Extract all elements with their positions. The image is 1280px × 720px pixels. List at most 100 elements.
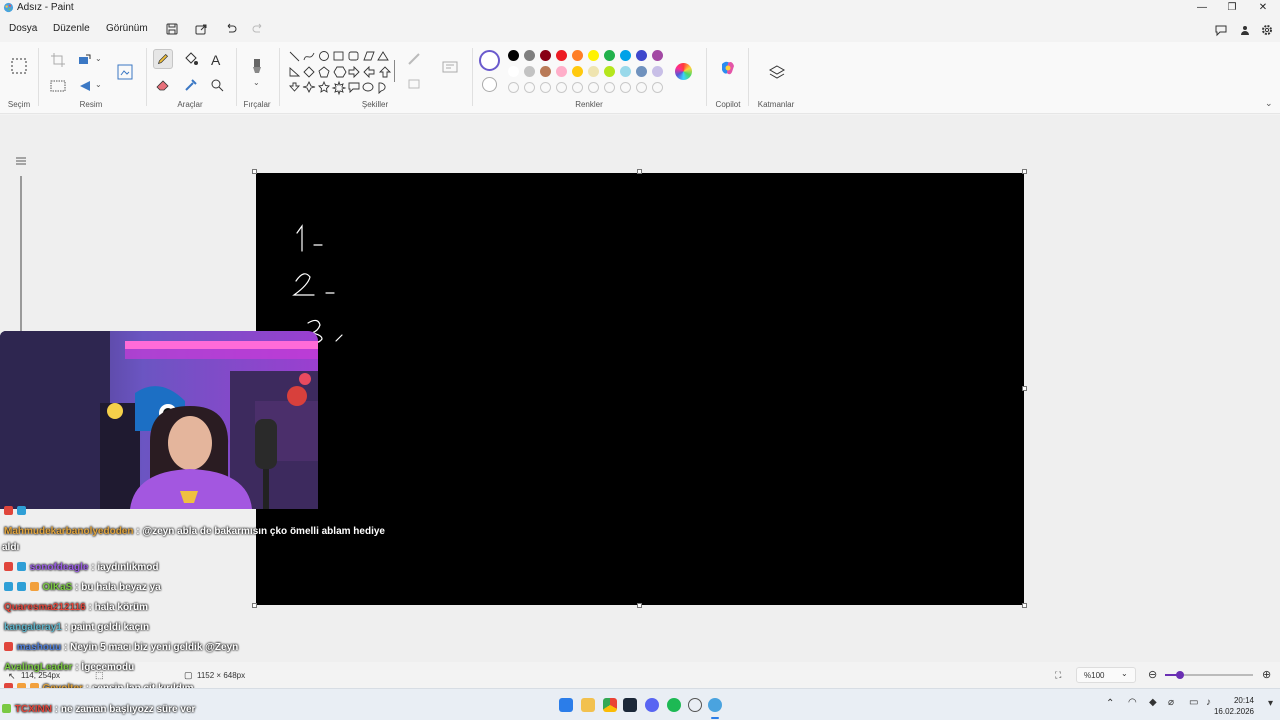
undo-icon[interactable] <box>224 22 238 36</box>
color-swatch[interactable] <box>572 66 583 77</box>
close-button[interactable]: ✕ <box>1248 0 1278 16</box>
color-swatch[interactable] <box>604 50 615 61</box>
headset-icon[interactable]: ◠ <box>1128 697 1137 708</box>
outline-icon[interactable] <box>405 50 425 70</box>
canvas-resize-handle[interactable] <box>637 603 642 608</box>
menu-view[interactable]: Görünüm <box>106 23 148 34</box>
pencil-tool-icon[interactable] <box>153 49 173 69</box>
edit-colors-icon[interactable] <box>675 63 692 80</box>
shape-options-icon[interactable] <box>440 57 460 77</box>
maximize-button[interactable]: ❐ <box>1217 0 1247 16</box>
paint-taskbar-icon[interactable] <box>708 698 722 712</box>
spotify-icon[interactable] <box>667 698 681 712</box>
primary-color-swatch[interactable] <box>479 50 500 71</box>
zoom-slider-thumb[interactable] <box>1176 671 1184 679</box>
discord-icon[interactable] <box>645 698 659 712</box>
custom-color-swatch[interactable] <box>540 82 551 93</box>
secondary-color-swatch[interactable] <box>482 77 497 92</box>
color-picker-icon[interactable] <box>181 75 201 95</box>
chrome-icon[interactable] <box>603 698 617 712</box>
microphone-icon[interactable]: ⌀ <box>1168 697 1174 708</box>
shapes-gallery[interactable] <box>288 50 398 100</box>
color-swatch[interactable] <box>540 50 551 61</box>
save-icon[interactable] <box>165 22 179 36</box>
steam-icon[interactable] <box>623 698 637 712</box>
file-explorer-icon[interactable] <box>581 698 595 712</box>
brush-size-slider[interactable] <box>20 176 22 346</box>
zoom-slider[interactable] <box>1165 671 1253 679</box>
zoom-out-icon[interactable]: ⊖ <box>1148 668 1157 681</box>
color-swatch[interactable] <box>572 50 583 61</box>
canvas-resize-handle[interactable] <box>1022 603 1027 608</box>
select-rectangle-icon[interactable] <box>9 56 29 76</box>
canvas-resize-handle[interactable] <box>1022 386 1027 391</box>
canvas-resize-handle[interactable] <box>252 603 257 608</box>
text-tool-icon[interactable]: A <box>207 49 227 69</box>
custom-color-swatch[interactable] <box>620 82 631 93</box>
color-swatch[interactable] <box>588 50 599 61</box>
steam-tray-icon[interactable]: ◆ <box>1149 697 1157 708</box>
canvas-resize-handle[interactable] <box>637 169 642 174</box>
color-swatch[interactable] <box>620 50 631 61</box>
color-swatch[interactable] <box>508 66 519 77</box>
chevron-down-icon[interactable]: ⌄ <box>95 54 102 63</box>
custom-color-swatch[interactable] <box>508 82 519 93</box>
zoom-select[interactable]: %100 ⌄ <box>1076 667 1136 683</box>
fit-to-window-icon[interactable]: ⛶ <box>1055 670 1061 681</box>
color-swatch[interactable] <box>556 50 567 61</box>
custom-color-swatch[interactable] <box>556 82 567 93</box>
brush-icon[interactable] <box>247 56 267 76</box>
settings-gear-icon[interactable] <box>1260 23 1274 37</box>
color-swatch[interactable] <box>652 66 663 77</box>
custom-color-swatch[interactable] <box>652 82 663 93</box>
color-swatch[interactable] <box>508 50 519 61</box>
custom-color-swatch[interactable] <box>604 82 615 93</box>
custom-color-swatch[interactable] <box>572 82 583 93</box>
color-swatch[interactable] <box>652 50 663 61</box>
share-icon[interactable] <box>194 22 208 36</box>
layers-icon[interactable] <box>767 63 787 83</box>
feedback-icon[interactable] <box>1214 23 1228 37</box>
rotate-icon[interactable] <box>75 76 95 96</box>
color-swatch[interactable] <box>588 66 599 77</box>
color-swatch[interactable] <box>540 66 551 77</box>
copilot-icon[interactable] <box>718 58 738 78</box>
magnifier-icon[interactable] <box>207 75 227 95</box>
redo-icon[interactable] <box>251 22 265 36</box>
fill-style-icon[interactable] <box>405 74 425 94</box>
obs-icon[interactable] <box>688 698 702 712</box>
color-swatch[interactable] <box>524 66 535 77</box>
menu-edit[interactable]: Düzenle <box>53 23 90 34</box>
color-swatch[interactable] <box>556 66 567 77</box>
custom-color-swatch[interactable] <box>588 82 599 93</box>
start-windows-icon[interactable] <box>559 698 573 712</box>
crop-icon[interactable] <box>48 50 68 70</box>
custom-color-swatch[interactable] <box>636 82 647 93</box>
drawing-canvas[interactable] <box>256 173 1024 605</box>
color-swatch[interactable] <box>636 66 647 77</box>
chevron-down-icon[interactable]: ⌄ <box>253 78 260 87</box>
fill-bucket-icon[interactable] <box>181 49 201 69</box>
color-swatch[interactable] <box>620 66 631 77</box>
eraser-icon[interactable] <box>153 75 173 95</box>
volume-icon[interactable]: ♪ <box>1206 697 1211 708</box>
color-swatch[interactable] <box>524 50 535 61</box>
canvas-resize-handle[interactable] <box>252 169 257 174</box>
menu-file[interactable]: Dosya <box>9 23 37 34</box>
chevron-down-icon[interactable]: ⌄ <box>95 80 102 89</box>
ribbon-collapse-chevron-icon[interactable]: ⌄ <box>1265 98 1273 109</box>
tray-overflow-chevron-icon[interactable]: ⌃ <box>1106 698 1114 709</box>
canvas-resize-handle[interactable] <box>1022 169 1027 174</box>
image-effects-icon[interactable] <box>48 76 68 96</box>
zoom-in-icon[interactable]: ⊕ <box>1262 668 1271 681</box>
color-swatch[interactable] <box>604 66 615 77</box>
minimize-button[interactable]: — <box>1187 0 1217 16</box>
system-clock[interactable]: 20:14 16.02.2026 <box>1214 695 1254 717</box>
custom-color-swatch[interactable] <box>524 82 535 93</box>
network-icon[interactable]: ▭ <box>1189 697 1198 708</box>
account-icon[interactable] <box>1238 23 1252 37</box>
color-swatch[interactable] <box>636 50 647 61</box>
image-select-icon[interactable] <box>115 62 135 82</box>
resize-icon[interactable] <box>75 50 95 70</box>
notification-bell-icon[interactable]: ▾ <box>1268 698 1273 709</box>
